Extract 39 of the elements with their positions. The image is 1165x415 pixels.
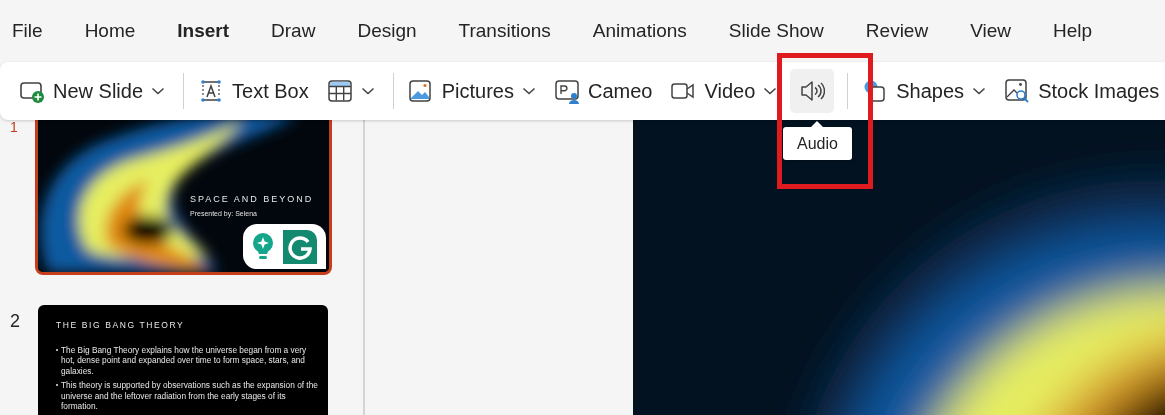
menu-tab[interactable]: Slide Show: [728, 19, 824, 43]
g-logo-icon[interactable]: [283, 229, 318, 264]
menu-tab[interactable]: Help: [1053, 19, 1093, 43]
ribbon-button[interactable]: Shapes: [857, 69, 992, 113]
bullet-text: The Big Bang Theory explains how the universe began from a very hot, dense point and expanded over time to form space, stars, and galaxies.: [61, 345, 308, 377]
chevron-down-icon: [763, 86, 778, 96]
slide-title: SPACE AND BEYOND: [190, 194, 314, 204]
picture-icon: [407, 78, 434, 104]
menu-tab[interactable]: Review: [865, 19, 929, 43]
slide-title: THE BIG BANG THEORY: [56, 320, 185, 330]
slide-number: 2: [9, 310, 21, 332]
presenter-icon: [554, 78, 580, 104]
slide-number: 1: [9, 120, 19, 134]
speaker-icon: [799, 78, 826, 104]
chevron-down-icon: [522, 86, 536, 96]
ribbon-button[interactable]: Pictures: [402, 69, 541, 113]
lightbulb-icon[interactable]: [251, 231, 274, 262]
menu-tab[interactable]: Draw: [271, 19, 316, 43]
menu-tab[interactable]: Insert: [177, 19, 230, 43]
menu-tab[interactable]: Design: [357, 19, 417, 43]
ribbon-button[interactable]: Stock Images: [999, 69, 1165, 113]
ribbon-button[interactable]: Video: [665, 69, 783, 113]
tooltip: Audio: [783, 121, 852, 160]
stock-image-icon: [1004, 78, 1031, 104]
ribbon-button[interactable]: New Slide: [14, 69, 171, 113]
menu-tab[interactable]: Home: [84, 19, 136, 43]
audio-button[interactable]: [790, 69, 835, 113]
chevron-down-icon: [151, 86, 166, 96]
chevron-down-icon: [972, 86, 987, 96]
bullet-text: This theory is supported by observations such as the expansion of the universe and the leftover radiation from the early stages of its formation.: [61, 380, 318, 412]
menu-tab[interactable]: View: [970, 19, 1011, 43]
table-icon: [326, 78, 353, 104]
chevron-down-icon: [360, 86, 375, 96]
slide-thumbnail[interactable]: [38, 305, 328, 415]
menu-tab[interactable]: File: [12, 19, 43, 43]
menu-tab[interactable]: Animations: [592, 19, 687, 43]
ribbon-button[interactable]: Text Box: [193, 69, 314, 113]
ribbon-button[interactable]: Cameo: [549, 69, 658, 113]
menu-tab[interactable]: Transitions: [458, 19, 551, 43]
